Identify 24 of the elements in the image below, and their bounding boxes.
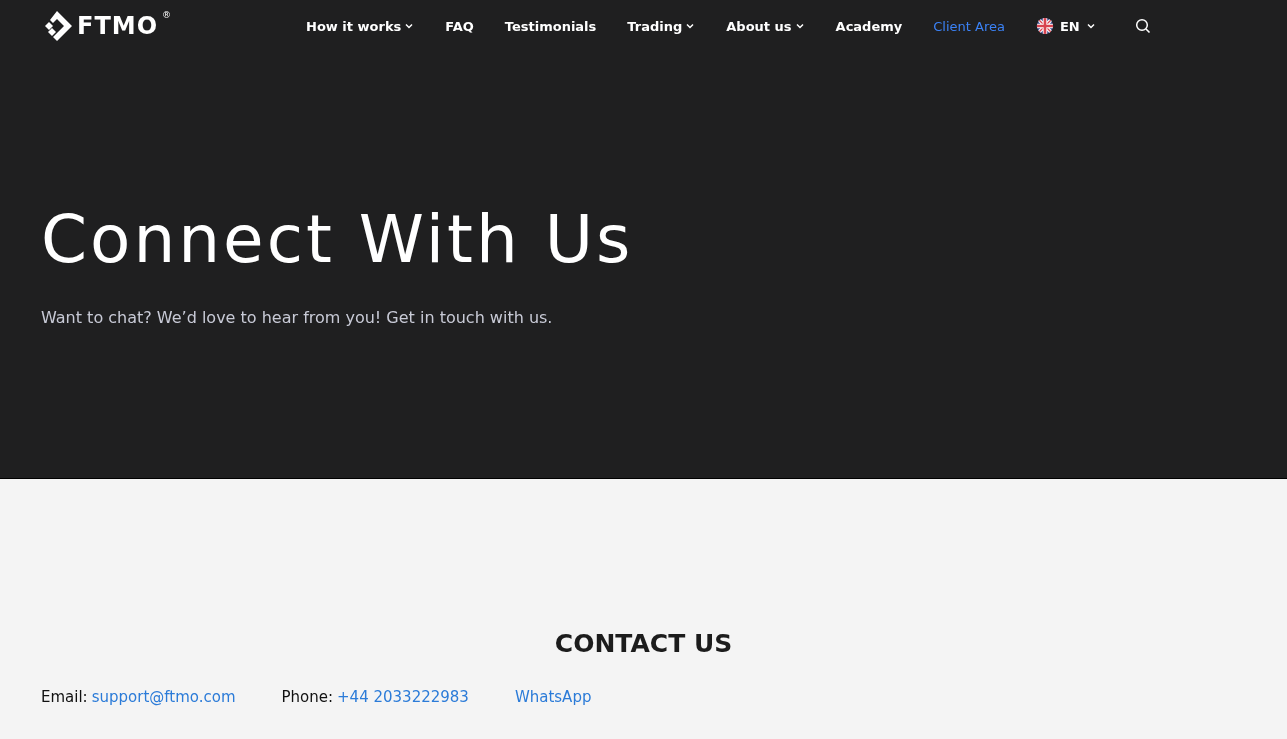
nav-link[interactable]: FAQ [445,18,474,34]
registered-mark: ® [162,10,172,20]
caret-icon [404,21,415,31]
contact-label: Phone: [281,688,334,706]
contact-heading: CONTACT US [554,629,733,658]
hero-subtitle: Want to chat? We’d love to hear from you! Get in touch with us. [41,308,554,327]
contact-label: Email: [41,688,88,706]
caret-icon [1085,21,1096,31]
contact-link[interactable]: support@ftmo.com [91,688,236,706]
contact-link[interactable]: WhatsApp [514,688,592,706]
nav-link[interactable]: Client Area [933,18,1005,34]
caret-icon [685,21,696,31]
caret-icon [794,21,805,31]
contact-link[interactable]: +44 2033222983 [337,688,469,706]
nav-link[interactable]: Trading [627,18,696,34]
logo-text[interactable]: FTMO [77,10,159,42]
nav-link[interactable]: How it works [306,18,415,34]
language-selector[interactable]: EN [1035,17,1096,35]
nav-link[interactable]: Academy [835,18,903,34]
hero-title: Connect With Us [41,200,635,280]
nav-link[interactable]: Testimonials [504,18,597,34]
nav-link[interactable]: About us [726,18,805,34]
search-icon[interactable] [1134,18,1151,34]
flag-icon [1035,17,1054,35]
